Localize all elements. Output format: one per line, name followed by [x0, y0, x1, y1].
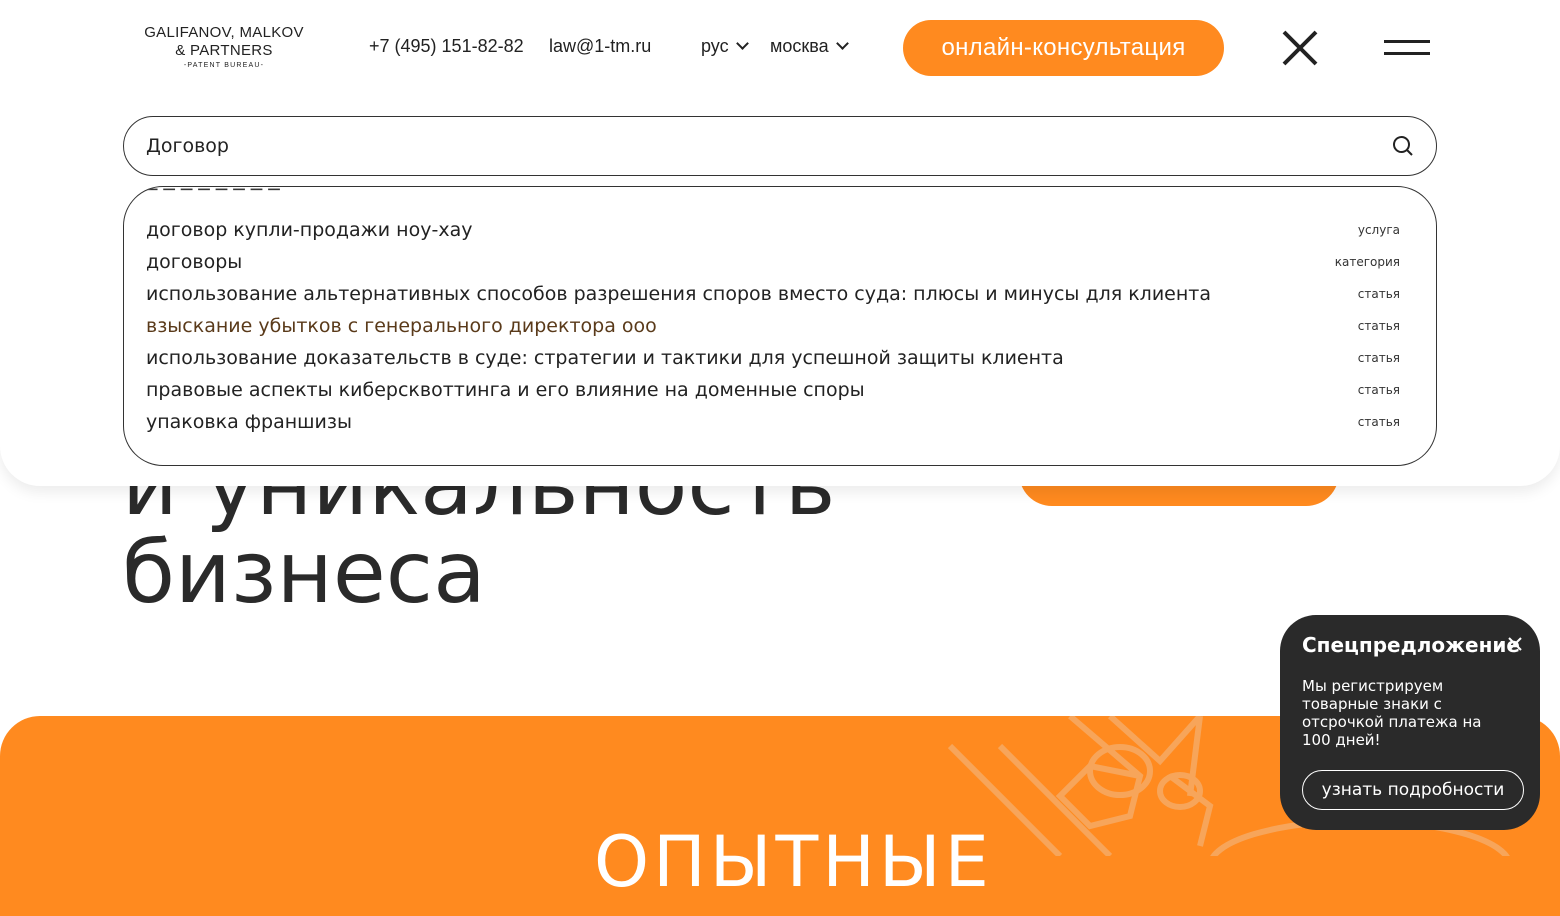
search-results-dropdown[interactable]: ─ ─ ─ ─ ─ ─ ─ ─ договор купли-продажи но…: [123, 186, 1437, 466]
result-type: статья: [1357, 319, 1400, 333]
search-result[interactable]: использование доказательств в суде: стра…: [146, 342, 1400, 374]
search-result[interactable]: упаковка франшизы статья: [146, 406, 1400, 438]
promo-title: Спецпредложение: [1302, 633, 1520, 657]
close-icon[interactable]: [1506, 635, 1524, 653]
result-type: услуга: [1357, 223, 1400, 237]
hero-title-line-2: бизнеса: [122, 523, 486, 623]
result-type: статья: [1357, 415, 1400, 429]
logo-line-2: & PARTNERS: [175, 42, 273, 59]
menu-icon[interactable]: [1384, 38, 1430, 58]
language-label: рус: [701, 36, 729, 56]
site-header: GALIFANOV, MALKOV & PARTNERS -PATENT BUR…: [0, 0, 1560, 95]
city-label: москва: [770, 36, 829, 56]
language-selector[interactable]: рус: [701, 36, 749, 57]
logo-line-3: -PATENT BUREAU-: [183, 62, 265, 69]
special-offer-popup: Спецпредложение Мы регистрируем товарные…: [1280, 615, 1540, 830]
result-type: статья: [1357, 287, 1400, 301]
result-label: использование доказательств в суде: стра…: [146, 347, 1064, 369]
online-consultation-button[interactable]: онлайн-консультация: [903, 20, 1224, 76]
search-result[interactable]: договор купли-продажи ноу-хау услуга: [146, 214, 1400, 246]
result-label: договоры: [146, 251, 243, 273]
search-result[interactable]: договоры категория: [146, 246, 1400, 278]
city-selector[interactable]: москва: [770, 36, 849, 57]
result-label: упаковка франшизы: [146, 411, 352, 433]
result-type: статья: [1357, 351, 1400, 365]
search-result[interactable]: правовые аспекты киберсквоттинга и его в…: [146, 374, 1400, 406]
chevron-down-icon: [835, 37, 849, 50]
logo-line-1: GALIFANOV, MALKOV: [144, 24, 304, 41]
learn-more-button[interactable]: узнать подробности: [1302, 770, 1524, 810]
search-box: [123, 116, 1437, 176]
section-title: ОПЫТНЫЕ: [594, 821, 993, 903]
result-label: правовые аспекты киберсквоттинга и его в…: [146, 379, 865, 401]
email-link[interactable]: law@1-tm.ru: [549, 36, 651, 57]
result-type: категория: [1334, 255, 1400, 269]
result-label: договор купли-продажи ноу-хау: [146, 219, 473, 241]
result-type: статья: [1357, 383, 1400, 397]
search-icon[interactable]: [1392, 135, 1414, 157]
close-icon[interactable]: [1280, 28, 1320, 68]
chevron-down-icon: [735, 37, 749, 50]
result-label: использование альтернативных способов ра…: [146, 283, 1211, 305]
clipped-result-top: ─ ─ ─ ─ ─ ─ ─ ─: [146, 186, 280, 201]
search-result-highlighted[interactable]: взыскание убытков с генерального директо…: [146, 310, 1400, 342]
search-input[interactable]: [146, 131, 1346, 161]
logo[interactable]: GALIFANOV, MALKOV & PARTNERS -PATENT BUR…: [139, 24, 309, 69]
phone-link[interactable]: +7 (495) 151-82-82: [369, 36, 524, 57]
search-result[interactable]: использование альтернативных способов ра…: [146, 278, 1400, 310]
result-label: взыскание убытков с генерального директо…: [146, 315, 657, 337]
promo-text: Мы регистрируем товарные знаки с отсрочк…: [1302, 677, 1482, 749]
